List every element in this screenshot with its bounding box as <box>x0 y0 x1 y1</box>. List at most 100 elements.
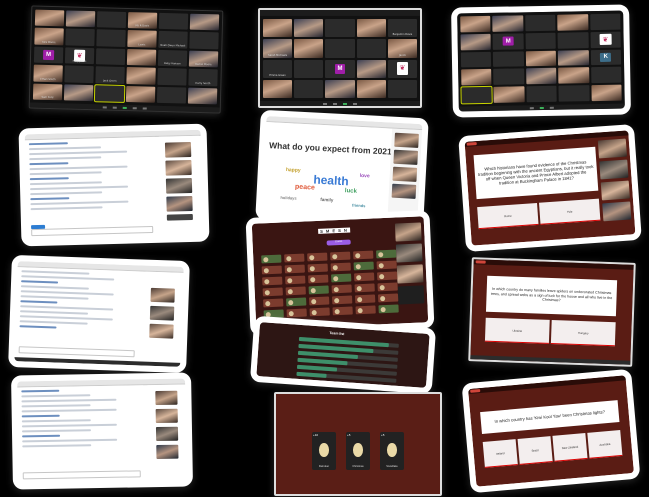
board-cell[interactable] <box>262 287 283 297</box>
zoom-toolbar[interactable] <box>260 101 420 106</box>
board-cell[interactable] <box>309 296 330 306</box>
participant-tile[interactable] <box>325 19 355 38</box>
board-cell[interactable] <box>354 283 375 293</box>
board-cell[interactable] <box>307 252 328 262</box>
participant-tile[interactable] <box>460 86 494 105</box>
participant-tile[interactable] <box>493 68 525 86</box>
board-cell[interactable] <box>332 306 353 316</box>
quiz-option[interactable]: Australia <box>587 429 623 459</box>
participant-tile[interactable] <box>525 32 556 49</box>
participant-tile[interactable]: Harry Smith <box>188 68 218 86</box>
participant-tile[interactable] <box>558 85 590 102</box>
chat-input[interactable] <box>18 346 135 358</box>
participant-tile[interactable] <box>189 32 219 50</box>
participant-tile[interactable] <box>590 66 622 84</box>
participant-tile[interactable] <box>156 86 187 104</box>
participant-tile[interactable] <box>34 9 65 27</box>
participant-tile[interactable] <box>65 10 96 28</box>
participant-tile[interactable] <box>591 84 622 102</box>
participant-tile[interactable] <box>263 79 293 98</box>
participant-tile[interactable]: M <box>492 33 524 50</box>
board-cell[interactable] <box>308 274 329 284</box>
participant-tile[interactable] <box>387 59 417 78</box>
participant-tile[interactable] <box>557 31 589 49</box>
board-cell[interactable] <box>284 253 305 263</box>
participant-tile[interactable] <box>294 79 324 98</box>
participant-tile[interactable]: Jack Green <box>95 66 125 84</box>
participant-tile[interactable] <box>525 68 557 85</box>
board-cell[interactable] <box>308 285 329 295</box>
participant-tile[interactable]: Sam Ford <box>32 83 63 101</box>
participant-tile[interactable]: Daniel Moore <box>188 50 219 68</box>
participant-tile[interactable] <box>126 67 156 85</box>
board-cell[interactable] <box>309 307 330 317</box>
participant-tile[interactable] <box>460 51 492 68</box>
participant-tile[interactable] <box>460 15 491 33</box>
quiz-option[interactable]: New Zealand <box>552 433 588 462</box>
quiz-option[interactable]: Ireland <box>482 439 518 468</box>
participant-tile[interactable] <box>356 39 386 58</box>
participant-tile[interactable] <box>189 13 220 31</box>
participant-tile[interactable]: Benjamin Davis <box>387 19 417 38</box>
board-cell[interactable] <box>353 261 374 271</box>
participant-tile[interactable] <box>590 31 621 48</box>
participant-tile[interactable] <box>524 14 556 32</box>
participant-tile[interactable] <box>63 83 94 102</box>
guess-button[interactable]: Guess <box>326 239 351 246</box>
participant-tile[interactable] <box>325 39 355 58</box>
participant-tile[interactable] <box>460 33 492 50</box>
quiz-option[interactable]: Ukraine <box>484 317 550 344</box>
board-cell[interactable] <box>331 273 352 283</box>
participant-tile[interactable] <box>187 87 218 105</box>
quiz-option[interactable]: Brazil <box>517 436 553 465</box>
board-cell[interactable] <box>261 265 282 275</box>
participant-tile[interactable] <box>356 79 386 98</box>
participant-tile[interactable]: Noah Owen Michaels <box>158 31 188 49</box>
board-cell[interactable] <box>284 264 305 274</box>
board-cell[interactable] <box>331 284 352 294</box>
participant-tile[interactable] <box>64 65 94 83</box>
board-cell[interactable] <box>307 263 328 273</box>
board-cell[interactable] <box>377 293 399 303</box>
game-card[interactable]: +10 Reindeer <box>312 432 336 470</box>
participant-tile[interactable] <box>96 29 126 47</box>
board-cell[interactable] <box>354 272 375 282</box>
board-cell[interactable] <box>330 251 351 261</box>
board-cell[interactable] <box>376 249 397 259</box>
participant-tile[interactable] <box>126 48 157 66</box>
participant-tile[interactable] <box>558 49 589 67</box>
participant-tile[interactable] <box>95 48 126 66</box>
participant-tile[interactable] <box>557 14 589 31</box>
quiz-option[interactable]: Yule <box>539 198 601 225</box>
board-cell[interactable] <box>355 305 376 315</box>
participant-tile[interactable]: M <box>33 46 64 64</box>
chat-input[interactable] <box>31 225 154 237</box>
participant-tile[interactable] <box>493 50 524 68</box>
participant-tile[interactable] <box>356 59 386 78</box>
board-cell[interactable] <box>261 254 282 264</box>
participant-tile[interactable] <box>492 15 524 32</box>
game-card[interactable]: +5 Christmas <box>346 432 370 470</box>
participant-tile[interactable]: M <box>325 59 355 78</box>
board-cell[interactable] <box>376 260 397 270</box>
board-cell[interactable] <box>377 282 398 292</box>
board-cell[interactable] <box>378 304 399 314</box>
participant-tile[interactable] <box>493 86 525 103</box>
quiz-option[interactable]: Rome <box>477 202 539 230</box>
participant-tile[interactable]: Lewis <box>127 30 157 48</box>
quiz-option[interactable]: Hungary <box>550 319 616 347</box>
participant-tile[interactable] <box>294 19 324 38</box>
participant-tile[interactable] <box>356 19 386 38</box>
board-cell[interactable] <box>263 298 284 308</box>
board-cell[interactable] <box>286 308 307 318</box>
board-cell[interactable] <box>332 295 353 305</box>
participant-tile[interactable]: K <box>590 49 622 66</box>
participant-tile[interactable] <box>526 85 557 103</box>
participant-tile[interactable]: Ruby Hanson <box>157 49 188 67</box>
participant-tile[interactable] <box>525 50 557 67</box>
board-cell[interactable] <box>262 276 283 286</box>
board-cell[interactable] <box>285 275 306 285</box>
game-card[interactable]: +5 Snowflake <box>380 432 404 470</box>
board-cell[interactable] <box>286 297 307 307</box>
participant-tile[interactable] <box>589 13 621 30</box>
